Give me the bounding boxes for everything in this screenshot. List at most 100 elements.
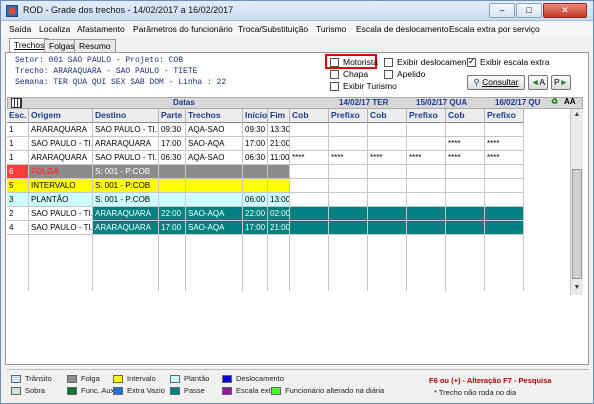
grid-cell-cob-2[interactable] [368, 179, 407, 193]
grid-cell-parte[interactable] [159, 193, 186, 207]
grid-cell-destino[interactable]: ARARAQUARA [93, 137, 159, 151]
column-header-origem[interactable]: Origem [29, 109, 93, 123]
grid-cell-cob-1[interactable] [290, 165, 329, 179]
grid-cell-prefixo-2[interactable] [407, 179, 446, 193]
grid-cell-cob-1[interactable] [290, 193, 329, 207]
grid-cell-origem[interactable]: ARARAQUARA [29, 123, 93, 137]
scroll-up-icon[interactable]: ▲ [572, 109, 582, 121]
grid-cell-esc[interactable]: 6 [7, 165, 29, 179]
grid-cell-prefixo-2[interactable] [407, 193, 446, 207]
grid-cell-inicio[interactable] [243, 165, 268, 179]
grid-cell-prefixo-3[interactable] [485, 165, 524, 179]
grid-cell-prefixo-2[interactable]: **** [407, 151, 446, 165]
grid-cell-prefixo-3[interactable] [485, 193, 524, 207]
close-button[interactable]: ✕ [543, 3, 587, 18]
grid-cell-origem[interactable]: SAO PAULO - TI... [29, 207, 93, 221]
column-header-trechos[interactable]: Trechos [186, 109, 243, 123]
apelido-checkbox[interactable] [384, 70, 393, 79]
grid-cell-prefixo-1[interactable] [329, 221, 368, 235]
maximize-button[interactable]: □ [516, 3, 542, 18]
column-header-cob-2[interactable]: Cob [368, 109, 407, 123]
motorista-checkbox[interactable] [330, 58, 339, 67]
grid-cell-cob-2[interactable] [368, 207, 407, 221]
grid-cell-cob-2[interactable]: **** [368, 151, 407, 165]
grid-cell-prefixo-2[interactable] [407, 207, 446, 221]
column-header-prefixo-2[interactable]: Prefixo [407, 109, 446, 123]
menu-escala-deslocamento[interactable]: Escala de deslocamento [356, 24, 449, 34]
grid-cell-prefixo-2[interactable] [407, 165, 446, 179]
grid-cell-parte[interactable] [159, 179, 186, 193]
grid-cell-prefixo-1[interactable] [329, 165, 368, 179]
menu-afastamento[interactable]: Afastamento [77, 24, 125, 34]
grid-cell-trechos[interactable] [186, 193, 243, 207]
grid-cell-cob-3[interactable]: **** [446, 151, 485, 165]
grid-cell-trechos[interactable] [186, 165, 243, 179]
grid-cell-origem[interactable]: PLANTÃO [29, 193, 93, 207]
font-size-icon[interactable]: AA [564, 97, 576, 106]
menu-troca[interactable]: Troca/Substituição [238, 24, 308, 34]
grid-cell-fim[interactable]: 11:00 [268, 151, 290, 165]
grid-cell-esc[interactable]: 3 [7, 193, 29, 207]
grid-cell-cob-3[interactable] [446, 165, 485, 179]
menu-escala-extra[interactable]: Escala extra por serviço [449, 24, 540, 34]
grid-cell-prefixo-1[interactable] [329, 123, 368, 137]
grid-cell-fim[interactable]: 13:00 [268, 193, 290, 207]
vertical-scrollbar[interactable]: ▲ ▼ [570, 109, 583, 295]
grid-cell-cob-3[interactable]: **** [446, 137, 485, 151]
grid-cell-fim[interactable] [268, 179, 290, 193]
grid-cell-trechos[interactable] [186, 179, 243, 193]
minimize-button[interactable]: – [489, 3, 515, 18]
grid-cell-inicio[interactable]: 06:00 [243, 193, 268, 207]
column-header-cob-3[interactable]: Cob [446, 109, 485, 123]
grid-cell-cob-1[interactable] [290, 123, 329, 137]
grid-cell-fim[interactable]: 21:00 [268, 137, 290, 151]
grid-cell-prefixo-1[interactable] [329, 193, 368, 207]
grid-cell-parte[interactable]: 06:30 [159, 151, 186, 165]
grid-cell-cob-3[interactable] [446, 123, 485, 137]
menu-localiza[interactable]: Localiza [39, 24, 70, 34]
column-header-parte[interactable]: Parte [159, 109, 186, 123]
menu-parametros[interactable]: Parâmetros do funcionário [133, 24, 233, 34]
grid-cell-esc[interactable]: 1 [7, 151, 29, 165]
grid-cell-esc[interactable]: 1 [7, 123, 29, 137]
tab-resumo[interactable]: Resumo [74, 39, 116, 53]
grid-cell-destino[interactable]: SAO PAULO - TI... [93, 151, 159, 165]
grid-cell-prefixo-2[interactable] [407, 137, 446, 151]
column-header-inicio[interactable]: Início [243, 109, 268, 123]
grid-cell-cob-1[interactable]: **** [290, 151, 329, 165]
grid-cell-cob-3[interactable] [446, 179, 485, 193]
grid-cell-prefixo-1[interactable] [329, 207, 368, 221]
scroll-thumb[interactable] [572, 169, 582, 279]
grid-cell-inicio[interactable]: 17:00 [243, 137, 268, 151]
grid-cell-esc[interactable]: 2 [7, 207, 29, 221]
grid-cell-esc[interactable]: 1 [7, 137, 29, 151]
grid-cell-prefixo-3[interactable]: **** [485, 137, 524, 151]
grid-cell-cob-2[interactable] [368, 165, 407, 179]
grid-cell-origem[interactable]: SAO PAULO - TI... [29, 221, 93, 235]
grid-cell-cob-2[interactable] [368, 137, 407, 151]
column-header-cob-1[interactable]: Cob [290, 109, 329, 123]
grid-cell-prefixo-1[interactable]: **** [329, 151, 368, 165]
grid-cell-esc[interactable]: 5 [7, 179, 29, 193]
grid-cell-prefixo-3[interactable] [485, 221, 524, 235]
grid-cell-trechos[interactable]: AQA-SAO [186, 123, 243, 137]
exibir-escala-extra-checkbox[interactable] [467, 56, 476, 67]
grid-cell-cob-3[interactable] [446, 207, 485, 221]
column-header-esc[interactable]: Esc. [7, 109, 29, 123]
grid-cell-cob-1[interactable] [290, 179, 329, 193]
grid-cell-cob-1[interactable] [290, 137, 329, 151]
grid-cell-prefixo-1[interactable] [329, 137, 368, 151]
column-header-destino[interactable]: Destino [93, 109, 159, 123]
grid-cell-prefixo-3[interactable] [485, 179, 524, 193]
next-button[interactable]: P► [551, 75, 571, 90]
column-header-prefixo-1[interactable]: Prefixo [329, 109, 368, 123]
grid-cell-cob-1[interactable] [290, 221, 329, 235]
grid-cell-esc[interactable]: 4 [7, 221, 29, 235]
grid-cell-origem[interactable]: FOLGA [29, 165, 93, 179]
grid-cell-cob-2[interactable] [368, 193, 407, 207]
grid-cell-fim[interactable]: 21:00 [268, 221, 290, 235]
grid-cell-prefixo-2[interactable] [407, 123, 446, 137]
grid-cell-inicio[interactable] [243, 179, 268, 193]
scroll-down-icon[interactable]: ▼ [572, 282, 582, 294]
grid-cell-cob-1[interactable] [290, 207, 329, 221]
